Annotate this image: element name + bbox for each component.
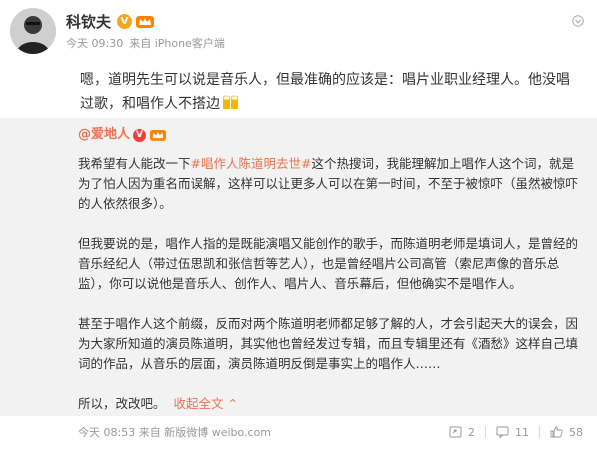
repost-paragraph: 甚至于唱作人这个前缀，反而对两个陈道明老师都足够了解的人，才会引起天大的误会，因…: [78, 316, 579, 371]
post-source: 来自 iPhone客户端: [129, 37, 225, 50]
repost-text: 所以，改改吧。: [78, 396, 166, 411]
repost-text: 我希望有人能改一下: [78, 156, 191, 171]
repost-count: 2: [468, 425, 475, 439]
original-author-link[interactable]: @爱地人: [78, 125, 130, 145]
reposted-content: @爱地人 V 我希望有人能改一下#唱作人陈道明去世#这个热搜词，我能理解加上唱作…: [0, 118, 597, 416]
collapse-label: 收起全文: [173, 396, 224, 411]
repost-source: 来自 新版微博 weibo.com: [138, 426, 272, 439]
vip-crown-icon: [136, 15, 155, 28]
user-meta: 科钦夫 V 今天 09:30 来自 iPhone客户端: [66, 8, 225, 51]
weibo-post: 科钦夫 V 今天 09:30 来自 iPhone客户端 嗯，道明先生可以说是音乐人…: [0, 0, 597, 450]
like-button[interactable]: 58: [550, 426, 583, 439]
post-text: 嗯，道明先生可以说是音乐人，但最准确的应该是：唱片业职业经理人。他没唱过歌，和唱…: [80, 68, 580, 118]
collapse-link[interactable]: 收起全文 ⌃: [174, 396, 238, 411]
divider: [539, 426, 540, 438]
thumbs-up-icon: [550, 426, 563, 438]
verified-badge-icon: V: [133, 128, 147, 142]
repost-paragraph: 所以，改改吧。 收起全文 ⌃: [78, 394, 583, 414]
post-header: 科钦夫 V 今天 09:30 来自 iPhone客户端: [10, 8, 225, 58]
chevron-down-icon[interactable]: [571, 14, 585, 28]
original-author-row: @爱地人 V: [78, 124, 583, 146]
name-row: 科钦夫 V: [66, 10, 225, 32]
verified-badge-icon: V: [117, 13, 133, 29]
action-bar: 2 11 58: [439, 426, 583, 439]
repost-paragraph: 我希望有人能改一下#唱作人陈道明去世#这个热搜词，我能理解加上唱作人这个词，就是…: [78, 154, 583, 214]
share-icon: [449, 426, 462, 438]
user-name[interactable]: 科钦夫: [66, 11, 111, 32]
post-footer: 今天 08:53 来自 新版微博 weibo.com 2 11 58: [78, 423, 583, 441]
like-count: 58: [569, 425, 583, 439]
vip-crown-icon: [149, 130, 167, 141]
post-body: 嗯，道明先生可以说是音乐人，但最准确的应该是：唱片业职业经理人。他没唱过歌，和唱…: [80, 72, 570, 112]
repost-button[interactable]: 2: [449, 426, 475, 439]
post-meta: 今天 09:30 来自 iPhone客户端: [66, 35, 225, 51]
comment-icon: [496, 426, 509, 438]
repost-paragraph: 但我要说的是，唱作人指的是既能演唱又能创作的歌手，而陈道明老师是填词人，是曾经的…: [78, 236, 579, 291]
divider: [485, 426, 486, 438]
chevron-up-icon: ⌃: [227, 396, 238, 411]
post-time[interactable]: 今天 09:30: [66, 37, 123, 50]
beer-emoji-icon: [222, 94, 240, 118]
repost-time[interactable]: 今天 08:53: [78, 424, 135, 440]
comment-button[interactable]: 11: [496, 426, 529, 439]
repost-body: @爱地人 V 我希望有人能改一下#唱作人陈道明去世#这个热搜词，我能理解加上唱作…: [78, 124, 583, 430]
comment-count: 11: [515, 425, 529, 439]
avatar[interactable]: [10, 8, 56, 54]
hashtag-link[interactable]: #唱作人陈道明去世#: [191, 156, 312, 171]
